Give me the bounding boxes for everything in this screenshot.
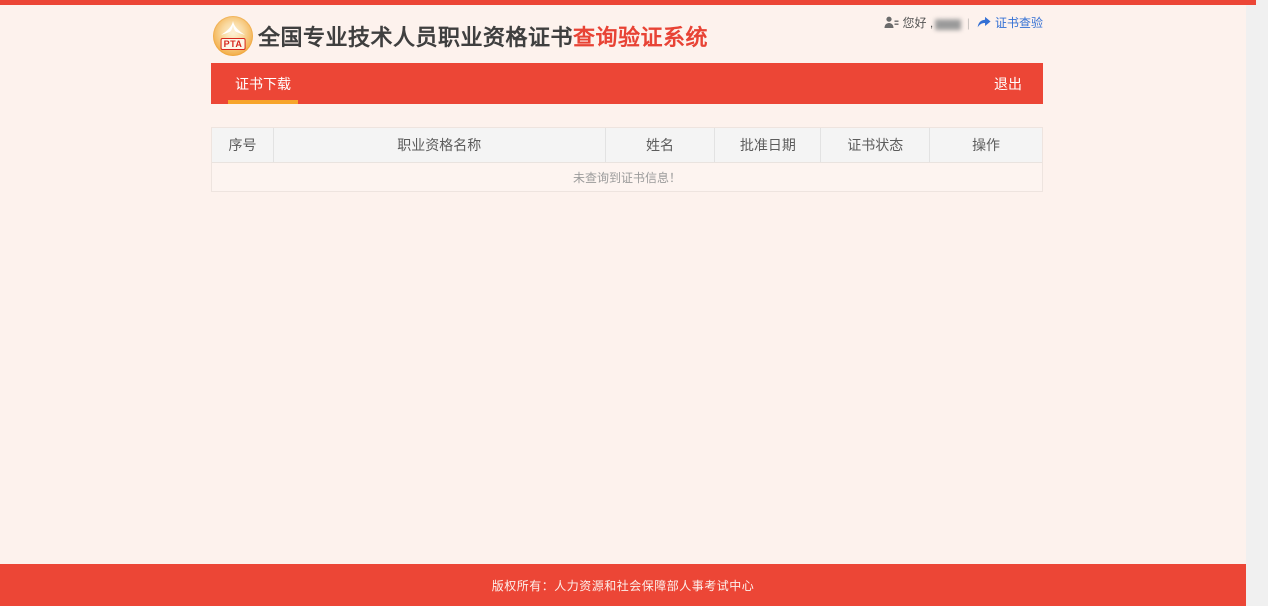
page-footer: 版权所有：人力资源和社会保障部人事考试中心 [0,564,1246,606]
column-header-index: 序号 [212,128,274,162]
verify-link-label: 证书查验 [994,16,1043,30]
divider: | [966,15,970,30]
username-redacted: ▆▆▆ [935,15,961,30]
tab-certificate-download[interactable]: 证书下载 [228,63,298,104]
empty-message: 未查询到证书信息！ [572,170,681,185]
column-header-qualification-name: 职业资格名称 [274,128,606,162]
brand: PTA 全国专业技术人员职业资格证书查询验证系统 [213,16,708,56]
page-background: PTA 全国专业技术人员职业资格证书查询验证系统 您好 , ▆▆▆ | 证书查验… [0,0,1256,606]
table-empty-state: 未查询到证书信息！ [212,163,1042,191]
site-header: PTA 全国专业技术人员职业资格证书查询验证系统 您好 , ▆▆▆ | 证书查验 [211,5,1043,63]
main-nav: 证书下载 退出 [211,63,1043,104]
user-bar: 您好 , ▆▆▆ | 证书查验 [884,14,1043,31]
certificate-verify-link[interactable]: 证书查验 [977,14,1043,31]
user-icon [884,16,899,29]
main-content: PTA 全国专业技术人员职业资格证书查询验证系统 您好 , ▆▆▆ | 证书查验… [211,5,1043,192]
logout-button[interactable]: 退出 [973,63,1043,104]
column-header-certificate-status: 证书状态 [821,128,931,162]
greeting-text: 您好 , [902,16,934,30]
top-accent-bar [0,0,1256,5]
scrollbar-gutter [1246,0,1268,606]
logo-text: PTA [220,38,246,50]
tab-label: 证书下载 [235,75,291,92]
column-header-approval-date: 批准日期 [715,128,822,162]
share-arrow-icon [977,16,991,29]
column-header-operation: 操作 [972,137,1001,153]
pta-logo-icon: PTA [213,16,253,56]
logout-label: 退出 [994,75,1022,92]
copyright-text: 版权所有：人力资源和社会保障部人事考试中心 [491,578,755,593]
certificate-table: 序号 职业资格名称 姓名 批准日期 证书状态 操作 未查询到证书信息！ [211,127,1043,192]
page-title: 全国专业技术人员职业资格证书查询验证系统 [258,20,708,52]
column-header-name: 姓名 [606,128,716,162]
table-header-row: 序号 职业资格名称 姓名 批准日期 证书状态 操作 [212,128,1042,163]
title-main: 全国专业技术人员职业资格证书 [258,25,574,50]
title-accent: 查询验证系统 [573,25,709,50]
active-tab-underline [228,100,298,104]
